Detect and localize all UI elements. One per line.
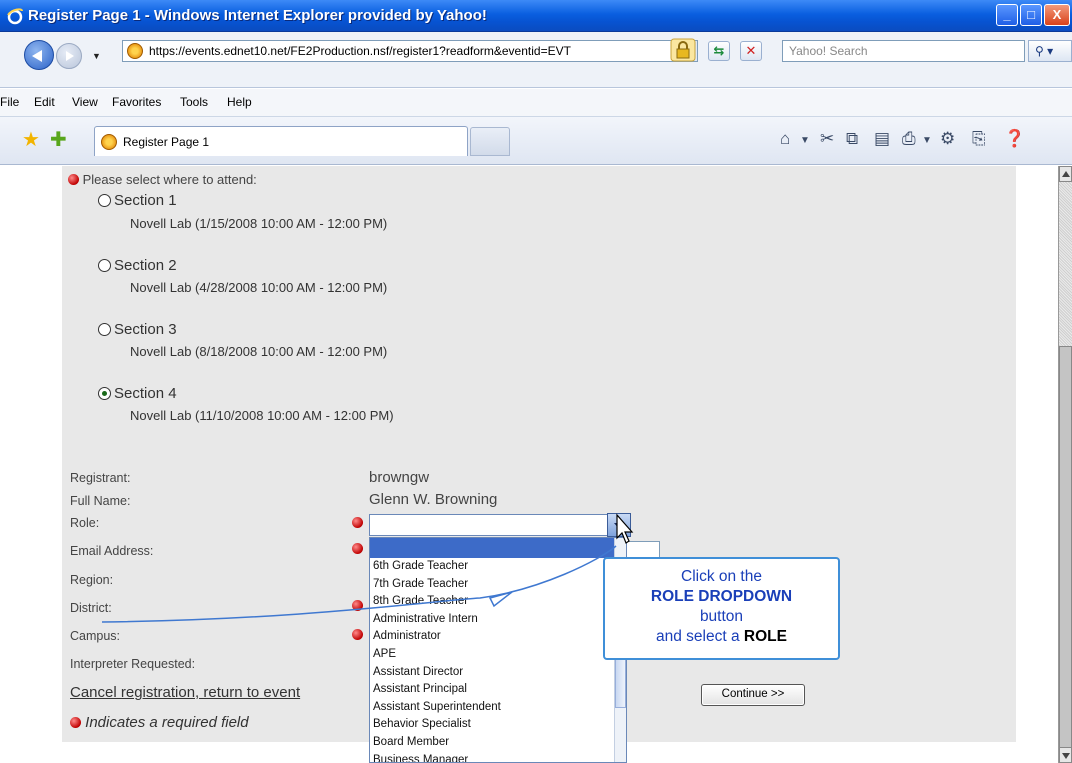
cut-icon[interactable]: ✂: [820, 129, 834, 149]
menu-help[interactable]: Help: [227, 95, 252, 109]
menu-view[interactable]: View: [72, 95, 98, 109]
highlighted-blank-option[interactable]: [370, 538, 626, 558]
section-3-option[interactable]: Section 3: [98, 321, 177, 338]
page-settings-icon[interactable]: ⚙: [940, 129, 955, 149]
add-favorite-icon[interactable]: ✚: [50, 127, 67, 152]
menu-tools[interactable]: Tools: [180, 95, 208, 109]
help-icon[interactable]: ❓: [1004, 129, 1025, 149]
section-1-option[interactable]: Section 1: [98, 192, 177, 209]
address-input[interactable]: https://events.ednet10.net/FE2Production…: [122, 40, 698, 62]
scroll-down-icon[interactable]: [1059, 747, 1072, 763]
new-tab-button[interactable]: [470, 127, 510, 156]
continue-button[interactable]: Continue >>: [701, 684, 805, 706]
forward-button[interactable]: [56, 43, 82, 69]
section-4-detail: Novell Lab (11/10/2008 10:00 AM - 12:00 …: [130, 408, 394, 423]
ie-logo-icon: [7, 8, 23, 25]
role-option[interactable]: Administrator: [370, 628, 626, 646]
role-option[interactable]: Board Member: [370, 734, 626, 752]
close-button[interactable]: X: [1044, 4, 1070, 26]
role-option[interactable]: Behavior Specialist: [370, 716, 626, 734]
role-label: Role:: [70, 516, 100, 530]
menu-bar: File Edit View Favorites Tools Help: [0, 89, 1072, 117]
role-option[interactable]: 7th Grade Teacher: [370, 576, 626, 594]
tab-bar: ★ ✚ Register Page 1 ⌂ ▼ ✂ ⧉ ▤ ⎙ ▼ ⚙ ⎘ ❓: [0, 117, 1072, 165]
role-dropdown-button[interactable]: [607, 513, 631, 537]
search-icon[interactable]: ⚲ ▾: [1028, 40, 1072, 62]
radio-icon[interactable]: [98, 194, 111, 207]
site-favicon-icon: [127, 43, 143, 59]
page-content: Please select where to attend: Section 1…: [0, 166, 1058, 763]
page-scrollbar[interactable]: [1058, 166, 1072, 763]
instruction-callout: Click on the ROLE DROPDOWN button and se…: [603, 557, 840, 660]
print-icon[interactable]: ⎙: [902, 129, 916, 149]
campus-required-icon: [352, 629, 363, 640]
required-icon: [70, 717, 81, 728]
minimize-button[interactable]: _: [996, 4, 1018, 26]
paste-icon[interactable]: ▤: [874, 129, 890, 149]
scroll-up-icon[interactable]: [1059, 166, 1072, 182]
role-required-icon: [352, 517, 363, 528]
refresh-icon[interactable]: ⇆: [708, 41, 730, 61]
scroll-thumb[interactable]: [1059, 346, 1072, 763]
section-2-option[interactable]: Section 2: [98, 257, 177, 274]
registrant-label: Registrant:: [70, 471, 131, 485]
fullname-label: Full Name:: [70, 494, 131, 508]
cancel-registration-link[interactable]: Cancel registration, return to event: [70, 684, 300, 701]
section-4-option[interactable]: Section 4: [98, 385, 177, 402]
role-option[interactable]: Assistant Superintendent: [370, 699, 626, 717]
lock-icon[interactable]: [670, 38, 696, 62]
copy-icon[interactable]: ⧉: [846, 129, 858, 149]
role-option[interactable]: 6th Grade Teacher: [370, 558, 626, 576]
email-label: Email Address:: [70, 544, 154, 558]
role-option[interactable]: 8th Grade Teacher: [370, 593, 626, 611]
district-label: District:: [70, 601, 112, 615]
window-titlebar: Register Page 1 - Windows Internet Explo…: [0, 0, 1072, 32]
window-title: Register Page 1 - Windows Internet Explo…: [28, 7, 487, 24]
role-option[interactable]: Assistant Director: [370, 664, 626, 682]
home-dropdown-icon[interactable]: ▼: [800, 135, 810, 146]
tab-label: Register Page 1: [123, 135, 210, 149]
required-icon: [68, 174, 79, 185]
menu-edit[interactable]: Edit: [34, 95, 55, 109]
campus-label: Campus:: [70, 629, 121, 643]
favorites-star-icon[interactable]: ★: [22, 127, 40, 152]
tab-favicon-icon: [101, 134, 117, 150]
section-3-detail: Novell Lab (8/18/2008 10:00 AM - 12:00 P…: [130, 344, 388, 359]
required-legend: Indicates a required field: [70, 714, 249, 731]
radio-icon[interactable]: [98, 323, 111, 336]
search-input[interactable]: Yahoo! Search: [782, 40, 1025, 62]
radio-selected-icon[interactable]: [98, 387, 111, 400]
role-option[interactable]: Administrative Intern: [370, 611, 626, 629]
tab-register-page[interactable]: Register Page 1: [94, 126, 468, 156]
radio-icon[interactable]: [98, 259, 111, 272]
home-icon[interactable]: ⌂: [780, 129, 790, 149]
registrant-value: browngw: [369, 469, 430, 486]
recent-pages-dropdown-icon[interactable]: ▼: [92, 51, 101, 61]
role-option[interactable]: Assistant Principal: [370, 681, 626, 699]
region-label: Region:: [70, 573, 114, 587]
address-toolbar: ▼ https://events.ednet10.net/FE2Producti…: [0, 32, 1072, 88]
attend-prompt: Please select where to attend:: [68, 172, 257, 187]
email-required-icon: [352, 543, 363, 554]
url-text: https://events.ednet10.net/FE2Production…: [149, 44, 571, 58]
interpreter-label: Interpreter Requested:: [70, 657, 196, 671]
role-option[interactable]: Business Manager: [370, 752, 626, 762]
district-required-icon: [352, 600, 363, 611]
section-1-detail: Novell Lab (1/15/2008 10:00 AM - 12:00 P…: [130, 216, 388, 231]
print-dropdown-icon[interactable]: ▼: [922, 135, 932, 146]
role-option[interactable]: APE: [370, 646, 626, 664]
maximize-button[interactable]: □: [1020, 4, 1042, 26]
fullname-value: Glenn W. Browning: [369, 491, 498, 508]
page-icon[interactable]: ⎘: [972, 129, 986, 149]
menu-favorites[interactable]: Favorites: [112, 95, 161, 109]
menu-file[interactable]: File: [0, 95, 19, 109]
section-2-detail: Novell Lab (4/28/2008 10:00 AM - 12:00 P…: [130, 280, 388, 295]
role-select[interactable]: [369, 514, 629, 536]
stop-icon[interactable]: ✕: [740, 41, 762, 61]
back-button[interactable]: [24, 40, 54, 70]
role-dropdown-list[interactable]: 6th Grade Teacher 7th Grade Teacher 8th …: [369, 537, 627, 763]
